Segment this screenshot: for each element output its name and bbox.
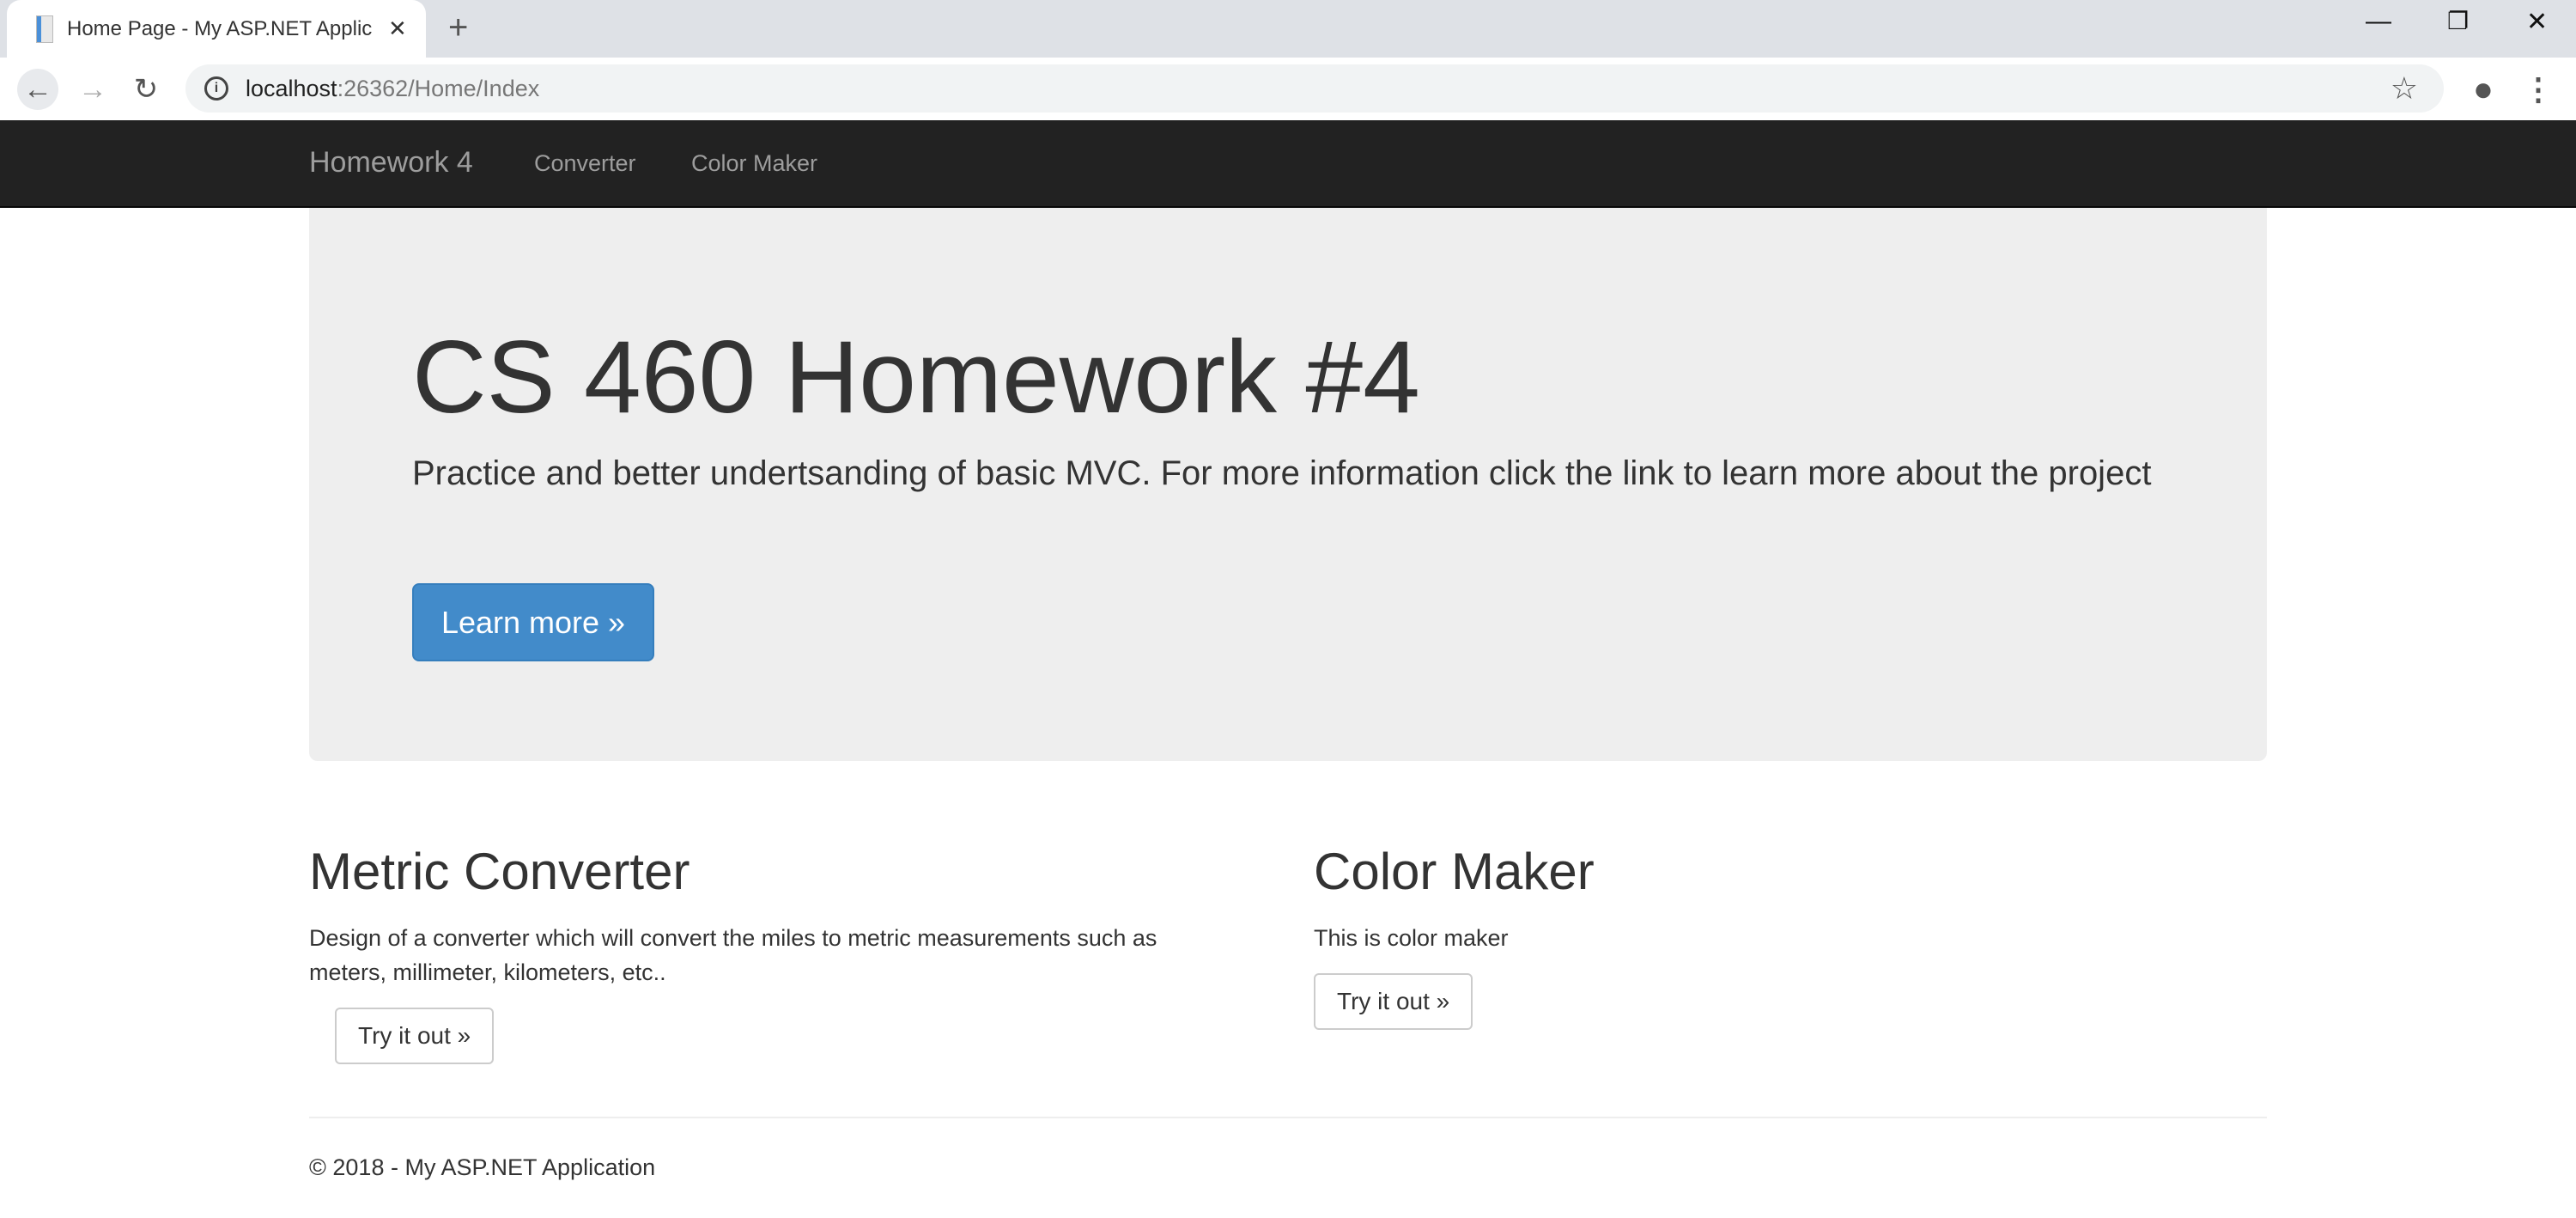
nav-color-maker[interactable]: Color Maker xyxy=(691,150,817,177)
footer-divider xyxy=(309,1117,2267,1118)
tab-close-icon[interactable]: ✕ xyxy=(388,15,407,42)
new-tab-icon[interactable]: + xyxy=(448,9,468,47)
info-icon[interactable]: i xyxy=(204,76,228,100)
browser-tab[interactable]: Home Page - My ASP.NET Applic ✕ xyxy=(7,0,426,58)
page-title: CS 460 Homework #4 xyxy=(412,320,1420,435)
converter-heading: Metric Converter xyxy=(309,843,690,900)
profile-icon[interactable]: ● xyxy=(2463,69,2504,110)
learn-more-button[interactable]: Learn more » xyxy=(412,583,654,661)
reload-icon[interactable]: ↻ xyxy=(125,69,167,110)
menu-icon[interactable]: ⋮ xyxy=(2518,69,2559,110)
converter-description: Design of a converter which will convert… xyxy=(309,925,1157,985)
close-window-icon[interactable]: ✕ xyxy=(2526,7,2548,37)
browser-tab-bar: Home Page - My ASP.NET Applic ✕ + — ❐ ✕ xyxy=(0,0,2576,58)
converter-try-button[interactable]: Try it out » xyxy=(335,1008,495,1064)
address-bar-row: ← → ↻ i localhost:26362/Home/Index ☆ ● ⋮ xyxy=(0,58,2576,120)
brand-link[interactable]: Homework 4 xyxy=(309,146,473,180)
page-favicon-icon xyxy=(36,15,53,43)
color-maker-heading: Color Maker xyxy=(1314,843,1595,900)
forward-icon[interactable]: → xyxy=(72,69,113,110)
color-maker-try-button[interactable]: Try it out » xyxy=(1314,973,1473,1030)
restore-icon[interactable]: ❐ xyxy=(2447,7,2469,35)
url-host: localhost xyxy=(246,75,337,101)
tab-title: Home Page - My ASP.NET Applic xyxy=(67,16,373,40)
bookmark-star-icon[interactable]: ☆ xyxy=(2391,70,2418,107)
footer-text: © 2018 - My ASP.NET Application xyxy=(309,1154,656,1180)
lead-text: Practice and better undertsanding of bas… xyxy=(412,454,2152,492)
url-input[interactable]: i localhost:26362/Home/Index ☆ xyxy=(185,64,2444,113)
back-icon[interactable]: ← xyxy=(17,69,58,110)
site-navbar: Homework 4 Converter Color Maker xyxy=(0,120,2576,208)
minimize-icon[interactable]: — xyxy=(2366,7,2391,36)
nav-converter[interactable]: Converter xyxy=(534,150,636,177)
url-path: :26362/Home/Index xyxy=(337,75,540,101)
color-maker-description: This is color maker xyxy=(1314,925,1509,951)
jumbotron: CS 460 Homework #4 Practice and better u… xyxy=(309,208,2267,761)
